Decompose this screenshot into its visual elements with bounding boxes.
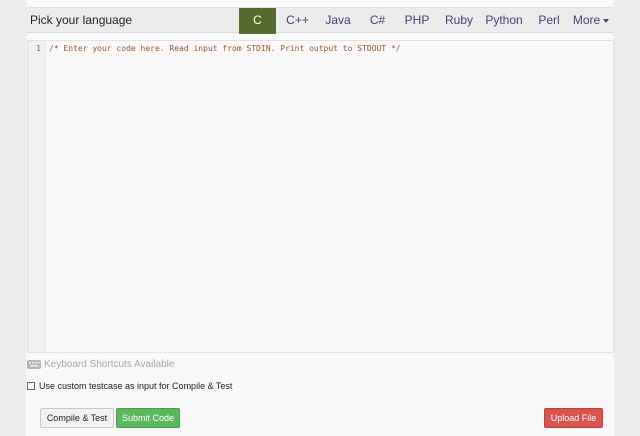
tab-language-perl[interactable]: Perl [531, 8, 567, 34]
keyboard-shortcuts[interactable]: Keyboard Shortcuts Available [27, 357, 174, 371]
tab-label: C [253, 13, 262, 27]
custom-testcase-label: Use custom testcase as input for Compile… [39, 381, 233, 391]
tab-language-php[interactable]: PHP [398, 8, 436, 34]
tab-label: Java [325, 13, 351, 27]
tab-label: C# [369, 13, 386, 27]
submit-code-button[interactable]: Submit Code [116, 408, 180, 428]
tab-label: Ruby [444, 13, 473, 27]
compile-test-button[interactable]: Compile & Test [40, 408, 114, 428]
code-line[interactable]: /* Enter your code here. Read input from… [49, 44, 401, 53]
tab-label: Python [485, 13, 523, 27]
tab-label: C++ [286, 13, 309, 27]
tab-label: PHP [404, 13, 430, 27]
language-bar-title: Pick your language [30, 13, 133, 27]
language-bar: Pick your language C C++ Java C# PHP Rub… [26, 7, 614, 34]
tab-label: More [572, 13, 601, 27]
page-margin-left [0, 0, 26, 436]
tab-language-cpp[interactable]: C++ [278, 8, 317, 34]
custom-testcase-option: Use custom testcase as input for Compile… [27, 381, 232, 391]
tab-label: Perl [538, 13, 560, 27]
custom-testcase-checkbox[interactable] [27, 382, 35, 390]
tab-language-java[interactable]: Java [319, 8, 357, 34]
tab-language-csharp[interactable]: C# [361, 8, 394, 34]
tab-language-python[interactable]: Python [480, 8, 528, 34]
page-margin-right [614, 0, 640, 436]
tab-language-ruby[interactable]: Ruby [440, 8, 478, 34]
line-number-gutter: 1 [28, 41, 46, 352]
line-number: 1 [36, 44, 41, 53]
upload-file-button[interactable]: Upload File [544, 408, 603, 428]
chevron-down-icon [603, 18, 610, 23]
keyboard-shortcuts-label: Keyboard Shortcuts Available [44, 358, 175, 370]
tab-language-c[interactable]: C [239, 8, 276, 34]
tab-language-more[interactable]: More [569, 8, 613, 34]
keyboard-icon [27, 360, 41, 369]
code-editor[interactable]: 1 /* Enter your code here. Read input fr… [27, 40, 614, 353]
code-panel: Pick your language C C++ Java C# PHP Rub… [26, 0, 614, 436]
